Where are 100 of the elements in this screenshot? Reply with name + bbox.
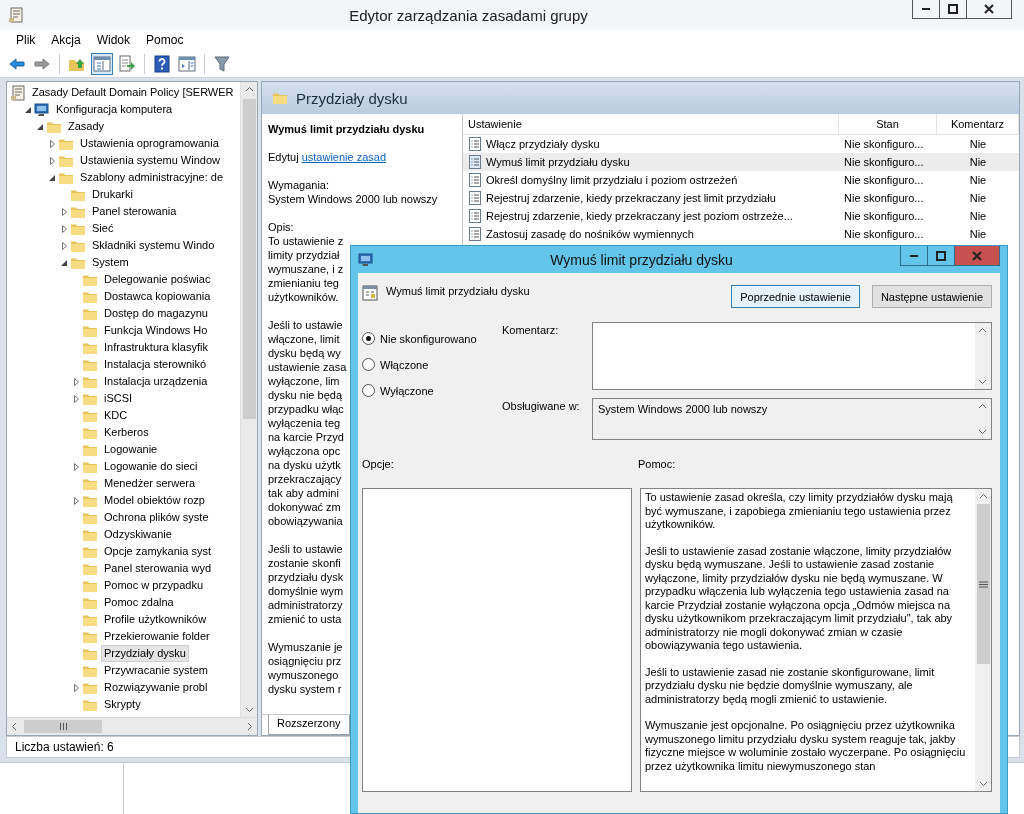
collapsed-arrow-icon[interactable] [49, 156, 55, 165]
tree-pane-button[interactable] [91, 52, 113, 75]
setting-row[interactable]: Rejestruj zdarzenie, kiedy przekraczany jest poziom ostrzeże... Nie skonfiguro... Nie [463, 207, 1019, 225]
tree-item[interactable]: Funkcja Windows Ho [101, 322, 211, 339]
minimize-icon [910, 254, 918, 257]
tree-item[interactable]: Przydziały dysku [101, 645, 189, 662]
column-header[interactable]: Komentarz [937, 114, 1019, 134]
minimize-icon [922, 8, 930, 10]
collapsed-arrow-icon[interactable] [61, 241, 67, 250]
menu-item[interactable]: Akcja [43, 33, 89, 47]
tree-item[interactable]: Rozwiązywanie probl [101, 679, 211, 696]
tree-item[interactable]: Infrastruktura klasyfik [101, 339, 211, 356]
radio-label[interactable]: Nie skonfigurowano [380, 332, 477, 345]
expanded-arrow-icon[interactable] [37, 123, 43, 130]
help-button[interactable] [151, 52, 173, 75]
tree-item[interactable]: Przywracanie system [101, 662, 211, 679]
tree-item[interactable]: Instalacja sterownikó [101, 356, 210, 373]
description-text: Wymuszanie je osiągnięciu prz wymuszonego dysku system r [268, 640, 343, 696]
tree-item[interactable]: Logowanie [101, 441, 161, 458]
column-header[interactable]: Ustawienie [463, 114, 839, 134]
tree-item[interactable]: Skrypty [101, 696, 144, 713]
setting-row[interactable]: Włącz przydziały dysku Nie skonfiguro... Nie [463, 135, 1019, 153]
collapsed-arrow-icon[interactable] [73, 496, 79, 505]
setting-title: Wymuś limit przydziału dysku [268, 122, 426, 136]
menu-item[interactable]: Plik [8, 33, 44, 47]
minimize-button[interactable] [912, 0, 940, 19]
tree-item[interactable]: Drukarki [89, 186, 136, 203]
setting-state: Nie skonfiguro... [843, 228, 925, 240]
tree-item[interactable]: Opcje zamykania syst [101, 543, 214, 560]
setting-row[interactable]: Określ domyślny limit przydziału i poziom ostrzeżeń Nie skonfiguro... Nie [463, 171, 1019, 189]
radio-button[interactable] [362, 358, 375, 371]
expanded-arrow-icon[interactable] [25, 106, 31, 113]
collapsed-arrow-icon[interactable] [49, 139, 55, 148]
expanded-arrow-icon[interactable] [61, 259, 67, 266]
column-header[interactable]: Stan [839, 114, 937, 134]
collapsed-arrow-icon[interactable] [73, 377, 79, 386]
tree-item[interactable]: System [89, 254, 132, 271]
tree-item[interactable]: Ustawienia systemu Window [77, 152, 223, 169]
collapsed-arrow-icon[interactable] [73, 394, 79, 403]
tree-item[interactable]: Ochrona plików syste [101, 509, 212, 526]
tree-item[interactable]: Konfiguracja komputera [53, 101, 176, 118]
radio-button[interactable] [362, 384, 375, 397]
tree-item[interactable]: Zasady Default Domain Policy [SERWER [29, 84, 237, 101]
tree-item[interactable]: Panel sterowania [89, 203, 180, 220]
policy-link[interactable]: ustawienie zasad [301, 151, 387, 163]
comment-field[interactable] [592, 322, 992, 390]
collapsed-arrow-icon[interactable] [61, 207, 67, 216]
tree-item[interactable]: Pomoc w przypadku [101, 577, 207, 594]
tree-item[interactable]: Dostawca kopiowania [101, 288, 214, 305]
tree-item[interactable]: Model obiektów rozp [101, 492, 208, 509]
tree-item[interactable]: Szablony administracyjne: de [77, 169, 227, 186]
setting-icon [468, 191, 482, 205]
scrollbar-thumb[interactable] [242, 99, 256, 419]
tree-item[interactable]: Zasady [65, 118, 108, 135]
export-list-button[interactable] [116, 52, 138, 75]
scrollbar[interactable] [7, 717, 257, 735]
view-tab[interactable]: Rozszerzony [268, 715, 350, 735]
tree-item[interactable]: iSCSI [101, 390, 136, 407]
setting-comment: Nie [968, 192, 988, 204]
read-only-field[interactable]: System Windows 2000 lub nowszy [592, 398, 992, 440]
scrollbar-thumb[interactable] [976, 504, 990, 664]
scrollbar-thumb[interactable] [24, 720, 102, 733]
minimize-button[interactable] [900, 246, 928, 266]
radio-label[interactable]: Wyłączone [380, 384, 434, 397]
scrollbar[interactable] [975, 489, 991, 791]
menu-item[interactable]: Pomoc [138, 33, 192, 47]
radio-button[interactable] [362, 332, 375, 345]
tree-item[interactable]: Przekierowanie folder [101, 628, 213, 645]
menu-item[interactable]: Widok [88, 33, 139, 47]
tree-item[interactable]: Sieć [89, 220, 117, 237]
scrollbar[interactable] [240, 82, 257, 717]
collapsed-arrow-icon[interactable] [73, 462, 79, 471]
setting-row[interactable]: Rejestruj zdarzenie, kiedy przekraczany jest limit przydziału Nie skonfiguro... Nie [463, 189, 1019, 207]
expanded-arrow-icon[interactable] [49, 174, 55, 181]
setting-comment: Nie [968, 228, 988, 240]
tree-item[interactable]: Ustawienia oprogramowania [77, 135, 222, 152]
tree-item[interactable]: Delegowanie poświac [101, 271, 214, 288]
nav-button[interactable]: Poprzednie ustawienie [731, 285, 860, 308]
edit-label: Edytuj [268, 151, 299, 163]
collapsed-arrow-icon[interactable] [61, 224, 67, 233]
tree-item[interactable]: Panel sterowania wyd [101, 560, 214, 577]
close-button[interactable] [966, 0, 1012, 19]
collapsed-arrow-icon[interactable] [73, 683, 79, 692]
tree-item[interactable]: KDC [101, 407, 131, 424]
tree-item[interactable]: Odzyskiwanie [101, 526, 175, 543]
tree-item[interactable]: Dostęp do magazynu [101, 305, 211, 322]
tree-item[interactable]: Kerberos [101, 424, 152, 441]
tree-item[interactable]: Profile użytkowników [101, 611, 210, 628]
description-text: Jeśli to ustawie włączone, limit dysku będą wy ustawienie zasa wyłączone, lim dysku nie będą przypadku włąc wyłączenia teg na karcie Przyd wyłączona opc na dysku użytk przekraczający tak aby admini dokonywać zm obowiązywania [268, 318, 347, 528]
tree-item[interactable]: Składniki systemu Windo [89, 237, 218, 254]
radio-label[interactable]: Włączone [380, 358, 429, 371]
tree-item[interactable]: Instalacja urządzenia [101, 373, 211, 390]
tree-item[interactable]: Logowanie do sieci [101, 458, 201, 475]
nav-button[interactable]: Następne ustawienie [871, 285, 992, 308]
maximize-icon [936, 250, 946, 261]
setting-row[interactable]: Wymuś limit przydziału dysku Nie skonfiguro... Nie [463, 153, 1019, 171]
tree-item[interactable]: Menedżer serwera [101, 475, 199, 492]
setting-icon [468, 155, 482, 169]
setting-row[interactable]: Zastosuj zasadę do nośników wymiennych Nie skonfiguro... Nie [463, 225, 1019, 243]
tree-item[interactable]: Pomoc zdalna [101, 594, 177, 611]
